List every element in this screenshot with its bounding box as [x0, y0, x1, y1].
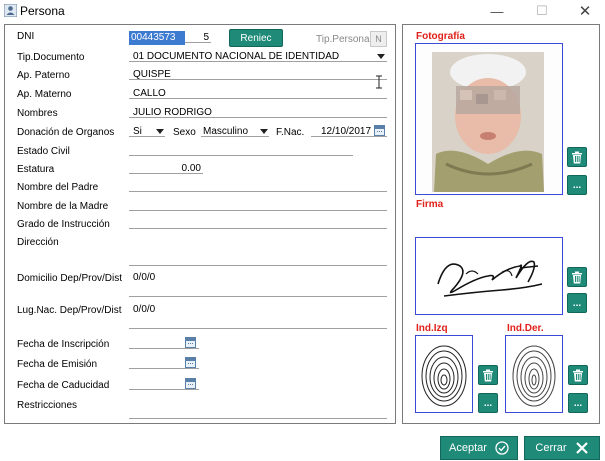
lugnac-input[interactable]: 0/0/0: [129, 303, 387, 329]
calendar-icon[interactable]: [185, 337, 196, 348]
fnac-value: 12/10/2017: [321, 126, 372, 137]
aceptar-button[interactable]: Aceptar: [440, 436, 518, 460]
dni-input[interactable]: 00443573: [129, 31, 185, 45]
reniec-button[interactable]: Reniec: [229, 29, 283, 47]
delete-right-index-button[interactable]: [568, 365, 588, 385]
cerrar-label: Cerrar: [535, 442, 567, 454]
tip-documento-label: Tip.Documento: [17, 52, 85, 63]
trash-icon: [573, 369, 583, 381]
estado-civil-label: Estado Civil: [17, 146, 70, 157]
calendar-icon[interactable]: [185, 378, 196, 389]
fotografia-label: Fotografía: [416, 31, 465, 42]
donacion-select[interactable]: Si: [129, 125, 165, 137]
fecha-emision-label: Fecha de Emisión: [17, 359, 98, 370]
minimize-button[interactable]: —: [482, 1, 512, 21]
sexo-value: Masculino: [203, 126, 249, 137]
cerrar-button[interactable]: Cerrar: [524, 436, 600, 460]
browse-right-index-button[interactable]: ...: [568, 393, 588, 413]
browse-left-index-button[interactable]: ...: [478, 393, 498, 413]
baby-photo: [416, 44, 562, 194]
chevron-down-icon: [156, 129, 164, 134]
tip-documento-value: 01 DOCUMENTO NACIONAL DE IDENTIDAD: [133, 51, 340, 62]
close-x-icon: [575, 442, 588, 454]
nombre-padre-input[interactable]: [129, 180, 387, 192]
domicilio-value: 0/0/0: [133, 272, 156, 283]
lugnac-label: Lug.Nac. Dep/Prov/Dist: [17, 305, 122, 316]
ind-der-label: Ind.Der.: [507, 323, 544, 334]
direccion-label: Dirección: [17, 237, 59, 248]
tip-persona-field[interactable]: N: [370, 31, 387, 47]
fecha-caducidad-label: Fecha de Caducidad: [17, 380, 110, 391]
grado-instruccion-label: Grado de Instrucción: [17, 219, 110, 230]
check-circle-icon: [495, 441, 509, 455]
fingerprint-image: [421, 345, 467, 407]
ap-materno-label: Ap. Materno: [17, 89, 72, 100]
dni-check-digit: 5: [203, 32, 209, 43]
domicilio-input[interactable]: 0/0/0: [129, 271, 387, 297]
grado-instruccion-input[interactable]: [129, 217, 387, 229]
donacion-value: Si: [133, 126, 142, 137]
chevron-down-icon: [377, 54, 385, 59]
persona-form-panel: DNI 00443573 5 Reniec Tip.Persona N Tip.…: [4, 24, 396, 424]
person-icon: [4, 4, 17, 17]
media-panel: Fotografía ... Firma ... Ind.Izq Ind.Der…: [402, 24, 600, 424]
dni-check-digit-field[interactable]: 5: [185, 31, 211, 43]
browse-photo-button[interactable]: ...: [567, 175, 587, 195]
delete-signature-button[interactable]: [567, 267, 587, 287]
ap-paterno-label: Ap. Paterno: [17, 70, 70, 81]
tip-documento-select[interactable]: 01 DOCUMENTO NACIONAL DE IDENTIDAD: [129, 50, 387, 62]
estado-civil-input[interactable]: [129, 144, 353, 156]
ap-paterno-input[interactable]: QUISPE: [129, 68, 387, 80]
trash-icon: [483, 369, 493, 381]
browse-signature-button[interactable]: ...: [567, 293, 587, 313]
trash-icon: [572, 151, 582, 163]
window-title: Persona: [20, 4, 65, 18]
dni-value: 00443573: [131, 32, 176, 43]
signature-image: [437, 260, 543, 297]
nombres-input[interactable]: JULIO RODRIGO: [129, 106, 387, 118]
trash-icon: [572, 271, 582, 283]
nombre-padre-label: Nombre del Padre: [17, 182, 99, 193]
nombre-madre-label: Nombre de la Madre: [17, 201, 109, 212]
delete-left-index-button[interactable]: [478, 365, 498, 385]
maximize-button[interactable]: ☐: [527, 1, 557, 21]
ap-materno-value: CALLO: [133, 88, 166, 99]
sexo-select[interactable]: Masculino: [201, 125, 269, 137]
signature-frame[interactable]: [415, 237, 563, 315]
firma-label: Firma: [416, 199, 444, 210]
estatura-value: 0.00: [181, 163, 201, 174]
restricciones-label: Restricciones: [17, 400, 78, 411]
calendar-icon[interactable]: [185, 357, 196, 368]
domicilio-label: Domicilio Dep/Prov/Dist: [17, 273, 123, 284]
nombre-madre-input[interactable]: [129, 199, 387, 211]
dni-label: DNI: [17, 31, 35, 42]
ap-materno-input[interactable]: CALLO: [129, 87, 387, 99]
left-index-fingerprint-frame[interactable]: [415, 335, 473, 413]
estatura-input[interactable]: 0.00: [129, 162, 203, 174]
restricciones-input[interactable]: [129, 407, 387, 419]
nombres-label: Nombres: [17, 108, 58, 119]
fecha-inscripcion-label: Fecha de Inscripción: [17, 339, 110, 350]
title-bar: Persona — ☐ ✕: [0, 0, 605, 22]
fingerprint-image: [512, 345, 556, 407]
right-index-fingerprint-frame[interactable]: [505, 335, 563, 413]
tip-persona-label: Tip.Persona: [316, 34, 370, 45]
delete-photo-button[interactable]: [567, 147, 587, 167]
sexo-label: Sexo: [173, 127, 196, 138]
chevron-down-icon: [260, 129, 268, 134]
calendar-icon[interactable]: [374, 125, 385, 136]
donacion-label: Donación de Organos: [17, 127, 115, 138]
ind-izq-label: Ind.Izq: [416, 323, 448, 334]
ap-paterno-value: QUISPE: [133, 69, 171, 80]
photo-frame[interactable]: [415, 43, 563, 195]
close-button[interactable]: ✕: [570, 1, 600, 21]
nombres-value: JULIO RODRIGO: [133, 107, 212, 118]
direccion-input[interactable]: [129, 254, 387, 266]
fnac-label: F.Nac.: [276, 127, 305, 138]
estatura-label: Estatura: [17, 164, 55, 175]
lugnac-value: 0/0/0: [133, 304, 156, 315]
text-cursor-icon: [376, 75, 382, 89]
aceptar-label: Aceptar: [449, 442, 487, 454]
